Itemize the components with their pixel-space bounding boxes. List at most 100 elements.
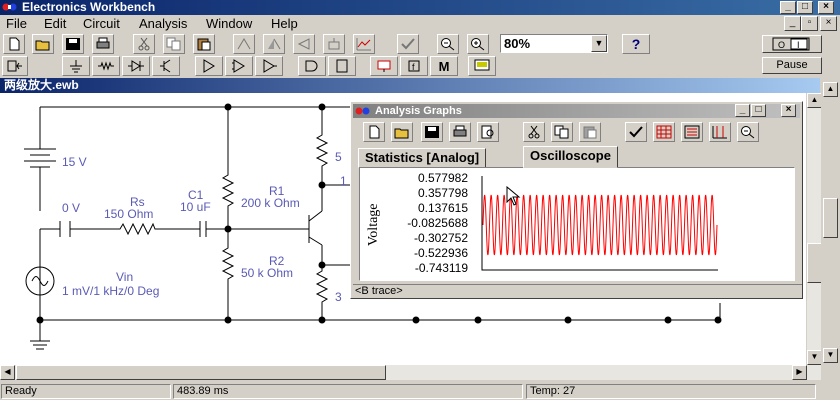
analysis-print-button[interactable] <box>449 122 471 142</box>
mixed-ics-bin-button[interactable] <box>225 56 253 76</box>
print-button[interactable] <box>92 34 114 54</box>
panel-scroll-thumb[interactable] <box>823 198 838 238</box>
analysis-zoom-button[interactable] <box>737 122 759 142</box>
oscilloscope-plot-panel[interactable]: Voltage 0.577982 0.357798 0.137615 -0.08… <box>359 167 795 281</box>
toggle-grid-button[interactable] <box>653 122 675 142</box>
misc-bin-button[interactable]: M <box>430 56 458 76</box>
analog-ics-bin-button[interactable] <box>195 56 223 76</box>
y-tick-label: 0.577982 <box>417 171 468 185</box>
menu-circuit[interactable]: Circuit <box>83 16 120 31</box>
favorites-bin-button[interactable] <box>2 56 28 76</box>
minimize-button[interactable]: _ <box>780 1 796 14</box>
component-properties-button[interactable] <box>397 34 419 54</box>
vertical-scrollbar[interactable]: ▲ ▼ <box>806 93 822 365</box>
doc-close-button[interactable]: × <box>820 16 837 31</box>
y-tick-label: -0.302752 <box>413 231 468 245</box>
resistor-icon <box>98 61 114 71</box>
analysis-copy-button[interactable] <box>551 122 573 142</box>
indicators-bin-button[interactable] <box>370 56 398 76</box>
zoom-in-button[interactable] <box>467 34 489 54</box>
menu-help[interactable]: Help <box>271 16 298 31</box>
power-switch-icon: OI <box>772 37 810 51</box>
horizontal-scroll-thumb[interactable] <box>16 365 386 380</box>
scroll-up-icon[interactable]: ▲ <box>807 93 822 108</box>
tab-oscilloscope[interactable]: Oscilloscope <box>523 146 618 168</box>
scroll-down-icon[interactable]: ▼ <box>807 350 822 365</box>
paste-button[interactable] <box>193 34 215 54</box>
zoom-value: 80% <box>504 36 531 51</box>
rotate-button[interactable] <box>233 34 255 54</box>
logic-gate-icon <box>305 60 318 72</box>
menu-window[interactable]: Window <box>206 16 252 31</box>
diodes-bin-button[interactable] <box>122 56 150 76</box>
svg-text:O: O <box>778 40 785 50</box>
analysis-preview-button[interactable] <box>477 122 499 142</box>
zoom-in-icon <box>471 38 485 51</box>
r2-value: 50 k Ohm <box>241 266 294 280</box>
zoom-out-button[interactable] <box>437 34 459 54</box>
paste-icon <box>197 38 211 51</box>
analysis-graphs-titlebar[interactable]: Analysis Graphs _ □ × <box>353 104 800 118</box>
right-side-panel: ▲ ▼ <box>821 78 840 380</box>
status-time: 483.89 ms <box>173 384 523 399</box>
digital-ics-bin-button[interactable] <box>255 56 283 76</box>
open-button[interactable] <box>32 34 54 54</box>
transistors-bin-button[interactable] <box>152 56 180 76</box>
chevron-down-icon[interactable]: ▼ <box>591 35 607 52</box>
maximize-button[interactable]: □ <box>797 1 813 14</box>
toggle-legend-button[interactable] <box>681 122 703 142</box>
analysis-new-button[interactable] <box>363 122 385 142</box>
analysis-close-button[interactable]: × <box>781 104 796 117</box>
y-tick-label: -0.0825688 <box>407 216 468 230</box>
panel-scroll-up-icon[interactable]: ▲ <box>823 82 838 97</box>
sources-bin-button[interactable] <box>62 56 90 76</box>
y-tick-label: -0.743119 <box>414 261 468 275</box>
scroll-right-icon[interactable]: ▶ <box>792 365 807 380</box>
menu-analysis[interactable]: Analysis <box>139 16 187 31</box>
help-button[interactable]: ? <box>622 34 650 54</box>
logic-gates-bin-button[interactable] <box>298 56 326 76</box>
basic-bin-button[interactable] <box>92 56 120 76</box>
legend-icon <box>684 125 700 139</box>
y-tick-label: 0.357798 <box>417 186 468 200</box>
pause-button[interactable]: Pause <box>762 57 822 74</box>
analysis-maximize-button[interactable]: □ <box>751 104 766 117</box>
scissors-icon <box>138 37 150 51</box>
analysis-paste-button[interactable] <box>579 122 601 142</box>
panel-scroll-down-icon[interactable]: ▼ <box>823 348 838 363</box>
copy-button[interactable] <box>163 34 185 54</box>
cut-button[interactable] <box>133 34 155 54</box>
toggle-cursors-button[interactable] <box>709 122 731 142</box>
doc-minimize-button[interactable]: _ <box>784 16 801 31</box>
analysis-cut-button[interactable] <box>523 122 545 142</box>
flip-vertical-button[interactable] <box>293 34 315 54</box>
vin-name: Vin <box>116 270 134 284</box>
battery-label: 15 V <box>62 155 87 169</box>
menu-edit[interactable]: Edit <box>44 16 66 31</box>
subcircuit-button[interactable] <box>323 34 345 54</box>
vertical-scroll-thumb[interactable] <box>807 243 822 283</box>
graph-button[interactable] <box>353 34 375 54</box>
doc-restore-button[interactable]: ▫ <box>801 16 818 31</box>
vin-value: 1 mV/1 kHz/0 Deg <box>62 284 160 298</box>
save-button[interactable] <box>62 34 84 54</box>
flip-horizontal-button[interactable] <box>263 34 285 54</box>
menu-file[interactable]: File <box>6 16 27 31</box>
horizontal-scrollbar[interactable]: ◀ ▶ <box>0 365 821 380</box>
analysis-properties-button[interactable] <box>625 122 647 142</box>
controls-bin-button[interactable]: f <box>400 56 428 76</box>
analysis-open-button[interactable] <box>391 122 413 142</box>
zoom-select[interactable]: 80% ▼ <box>500 34 608 53</box>
analysis-status: <B trace> <box>353 284 802 298</box>
analysis-graphs-window[interactable]: Analysis Graphs _ □ × Statistics [Analog… <box>350 101 803 299</box>
digital-bin-button[interactable] <box>328 56 356 76</box>
analysis-minimize-button[interactable]: _ <box>735 104 750 117</box>
scroll-left-icon[interactable]: ◀ <box>0 365 15 380</box>
instruments-bin-button[interactable] <box>468 56 496 76</box>
close-button[interactable]: × <box>818 1 834 14</box>
power-switch[interactable]: OI <box>762 35 822 53</box>
tab-statistics[interactable]: Statistics [Analog] <box>358 148 487 168</box>
flip-vertical-icon <box>297 38 310 50</box>
analysis-save-button[interactable] <box>421 122 443 142</box>
new-button[interactable] <box>3 34 25 54</box>
